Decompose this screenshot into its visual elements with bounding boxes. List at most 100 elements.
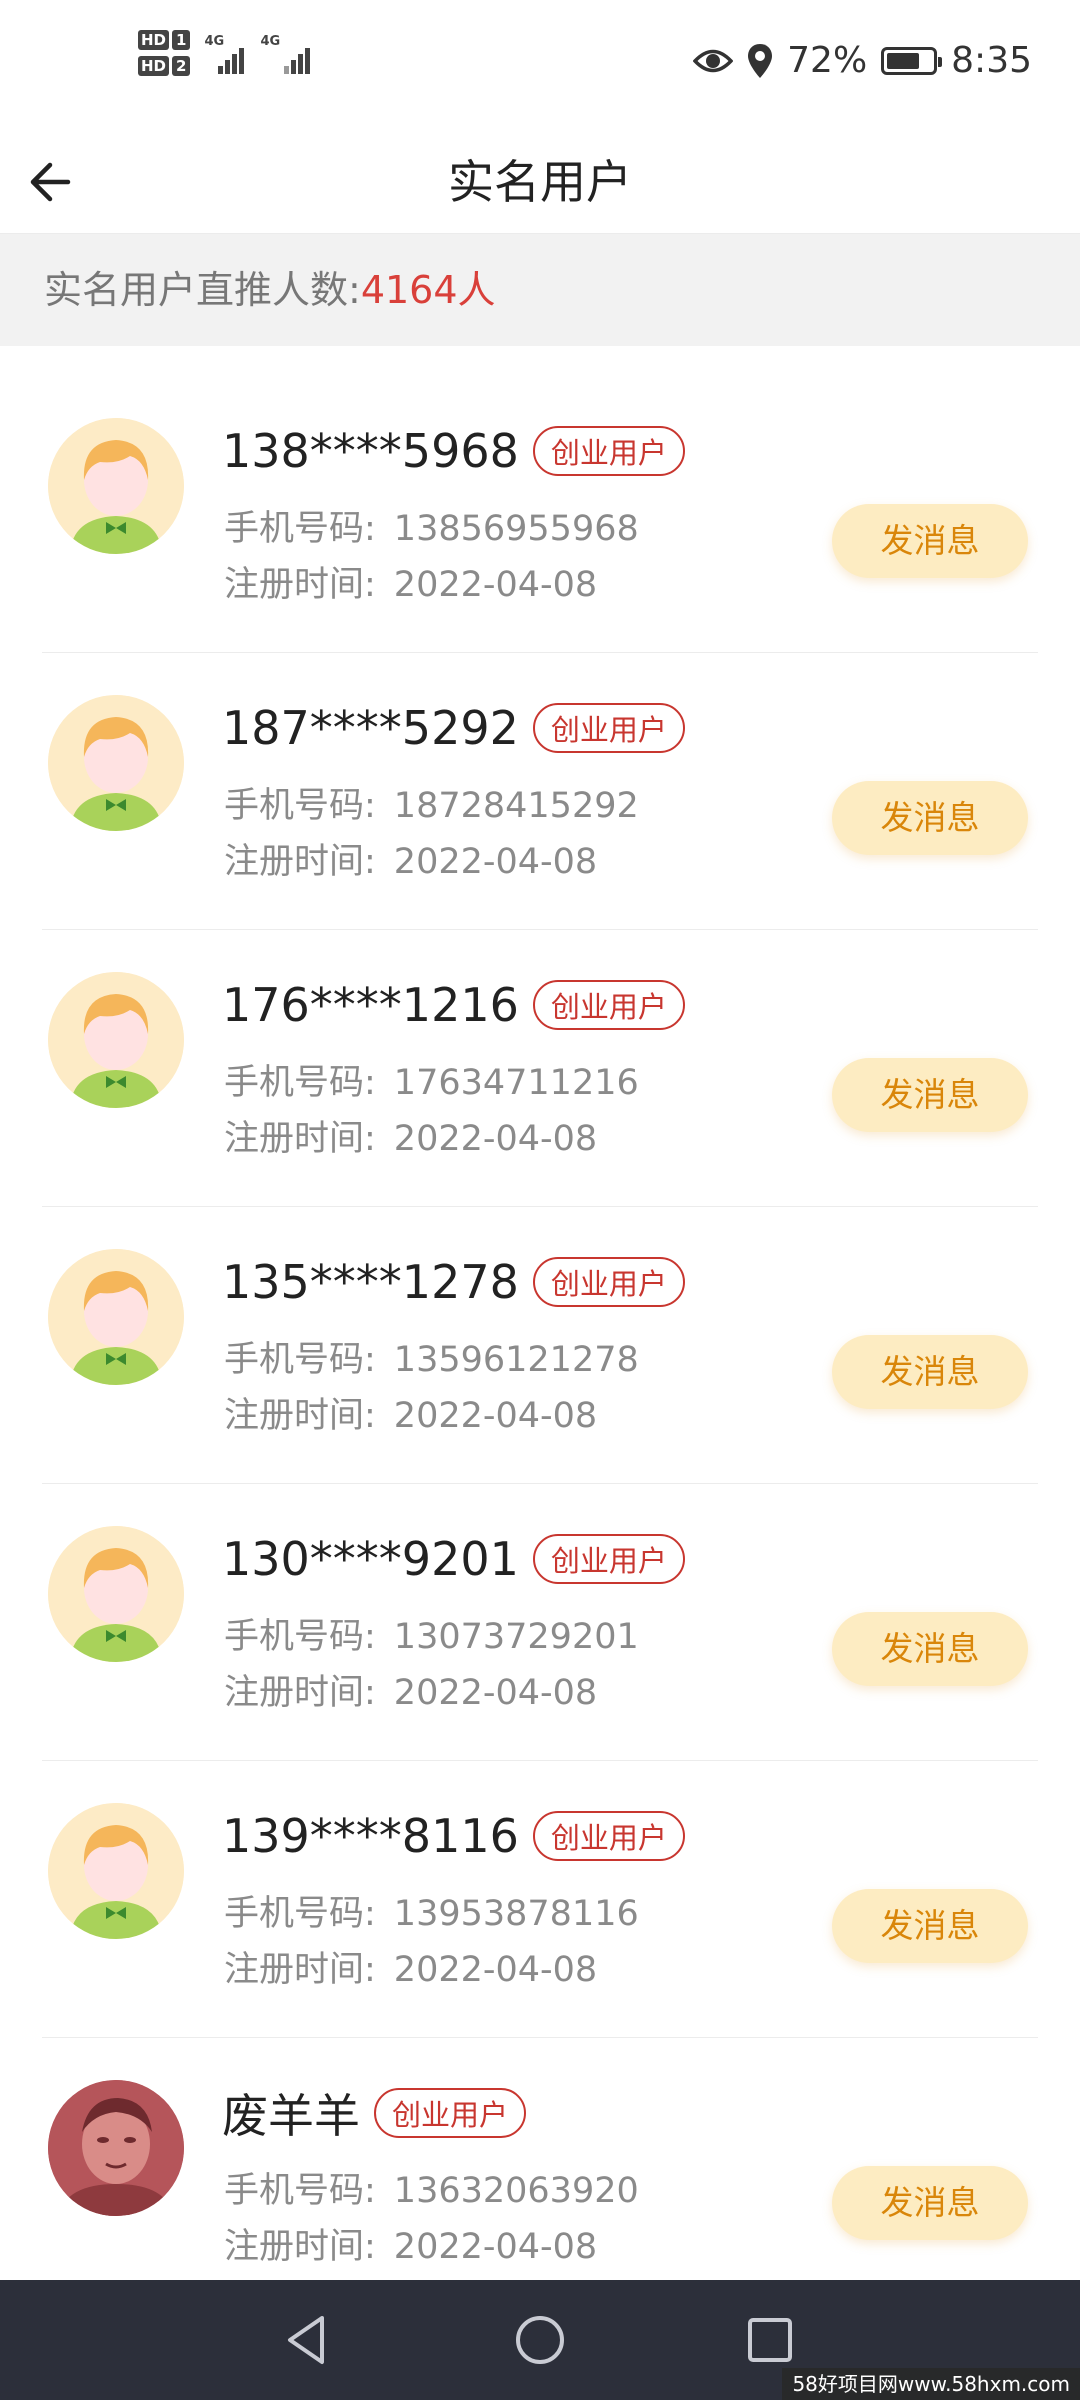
signal-icon-2: 4G [260, 30, 314, 74]
phone-row: 手机号码: 13953878116 [224, 1885, 639, 1936]
phone-label: 手机号码: [224, 786, 376, 826]
phone-label: 手机号码: [224, 1340, 376, 1380]
list-item[interactable]: 130****9201 创业用户 手机号码: 13073729201 注册时间: 2… [42, 1484, 1038, 1761]
default-avatar-icon [48, 1803, 184, 1939]
default-avatar-icon [48, 972, 184, 1108]
photo-avatar-icon [48, 2080, 184, 2216]
phone-value: 18728415292 [393, 786, 639, 826]
register-date: 2022-04-08 [393, 842, 598, 882]
clock: 8:35 [951, 40, 1032, 81]
send-message-button[interactable]: 发消息 [832, 1335, 1028, 1409]
app-header: 实名用户 [0, 130, 1080, 234]
register-label: 注册时间: [224, 2227, 376, 2267]
register-label: 注册时间: [224, 1673, 376, 1713]
hd2-num: 2 [172, 56, 191, 76]
name-row: 138****5968 创业用户 [222, 416, 685, 486]
summary-count: 4164人 [360, 268, 496, 312]
status-right: 72% 8:35 [693, 40, 1032, 81]
list-item[interactable]: 138****5968 创业用户 手机号码: 13856955968 注册时间: 2… [42, 376, 1038, 653]
register-date: 2022-04-08 [393, 565, 598, 605]
register-label: 注册时间: [224, 1950, 376, 1990]
hd1-label: HD [138, 30, 170, 50]
signal-area: HD 1 HD 2 4G 4G [138, 30, 314, 76]
phone-label: 手机号码: [224, 509, 376, 549]
register-date: 2022-04-08 [393, 1119, 598, 1159]
avatar[interactable] [48, 1526, 184, 1662]
register-row: 注册时间: 2022-04-08 [224, 556, 597, 607]
avatar[interactable] [48, 695, 184, 831]
register-row: 注册时间: 2022-04-08 [224, 1941, 597, 1992]
recents-square-icon[interactable] [738, 2308, 802, 2372]
phone-row: 手机号码: 13596121278 [224, 1331, 639, 1382]
user-name: 187****5292 [222, 701, 519, 755]
avatar[interactable] [48, 2080, 184, 2216]
battery-percent: 72% [787, 40, 868, 81]
register-label: 注册时间: [224, 1119, 376, 1159]
status-bar: HD 1 HD 2 4G 4G 72% 8:35 [0, 0, 1080, 130]
register-label: 注册时间: [224, 1396, 376, 1436]
battery-icon [881, 46, 943, 75]
phone-row: 手机号码: 13073729201 [224, 1608, 639, 1659]
register-date: 2022-04-08 [393, 1673, 598, 1713]
phone-value: 13073729201 [393, 1617, 639, 1657]
user-name: 废羊羊 [222, 2089, 360, 2143]
location-icon [748, 43, 773, 78]
hd-indicators: HD 1 HD 2 [138, 30, 191, 76]
default-avatar-icon [48, 1526, 184, 1662]
user-type-badge: 创业用户 [532, 1257, 685, 1307]
watermark: 58好项目网www.58hxm.com [782, 2368, 1080, 2400]
avatar[interactable] [48, 972, 184, 1108]
send-message-button[interactable]: 发消息 [832, 1058, 1028, 1132]
list-item[interactable]: 139****8116 创业用户 手机号码: 13953878116 注册时间: 2… [42, 1761, 1038, 2038]
name-row: 130****9201 创业用户 [222, 1524, 685, 1594]
default-avatar-icon [48, 695, 184, 831]
send-message-button[interactable]: 发消息 [832, 2166, 1028, 2240]
avatar[interactable] [48, 418, 184, 554]
list-item[interactable]: 187****5292 创业用户 手机号码: 18728415292 注册时间: 2… [42, 653, 1038, 930]
list-item[interactable]: 176****1216 创业用户 手机号码: 17634711216 注册时间: 2… [42, 930, 1038, 1207]
name-row: 139****8116 创业用户 [222, 1801, 685, 1871]
phone-row: 手机号码: 18728415292 [224, 777, 639, 828]
hd1-indicator: HD 1 [138, 30, 191, 50]
avatar[interactable] [48, 1249, 184, 1385]
register-row: 注册时间: 2022-04-08 [224, 2218, 597, 2269]
register-label: 注册时间: [224, 842, 376, 882]
network-type-1: 4G [204, 34, 225, 49]
home-circle-icon[interactable] [508, 2308, 572, 2372]
battery-level [887, 52, 919, 69]
phone-value: 13856955968 [393, 509, 639, 549]
summary-bar: 实名用户直推人数:4164人 [0, 234, 1080, 346]
user-name: 135****1278 [222, 1255, 519, 1309]
register-row: 注册时间: 2022-04-08 [224, 1664, 597, 1715]
phone-row: 手机号码: 17634711216 [224, 1054, 639, 1105]
send-message-button[interactable]: 发消息 [832, 781, 1028, 855]
phone-value: 13953878116 [393, 1894, 639, 1934]
register-date: 2022-04-08 [393, 2227, 598, 2267]
phone-row: 手机号码: 13856955968 [224, 500, 639, 551]
user-type-badge: 创业用户 [532, 1811, 685, 1861]
default-avatar-icon [48, 1249, 184, 1385]
hd2-label: HD [138, 56, 170, 76]
register-row: 注册时间: 2022-04-08 [224, 833, 597, 884]
phone-value: 13632063920 [393, 2171, 639, 2211]
user-type-badge: 创业用户 [532, 980, 685, 1030]
phone-label: 手机号码: [224, 1617, 376, 1657]
register-row: 注册时间: 2022-04-08 [224, 1110, 597, 1161]
hd2-indicator: HD 2 [138, 56, 191, 76]
user-name: 138****5968 [222, 424, 519, 478]
summary-label: 实名用户直推人数: [44, 268, 361, 312]
page-title: 实名用户 [448, 155, 632, 209]
list-item[interactable]: 135****1278 创业用户 手机号码: 13596121278 注册时间: 2… [42, 1207, 1038, 1484]
phone-label: 手机号码: [224, 2171, 376, 2211]
send-message-button[interactable]: 发消息 [832, 1889, 1028, 1963]
send-message-button[interactable]: 发消息 [832, 504, 1028, 578]
phone-label: 手机号码: [224, 1063, 376, 1103]
eye-icon [693, 49, 734, 72]
avatar[interactable] [48, 1803, 184, 1939]
phone-value: 17634711216 [393, 1063, 639, 1103]
back-triangle-icon[interactable] [276, 2308, 340, 2372]
register-date: 2022-04-08 [393, 1950, 598, 1990]
send-message-button[interactable]: 发消息 [832, 1612, 1028, 1686]
default-avatar-icon [48, 418, 184, 554]
list-item[interactable]: 废羊羊 创业用户 手机号码: 13632063920 注册时间: 2022-04-0… [42, 2038, 1038, 2315]
